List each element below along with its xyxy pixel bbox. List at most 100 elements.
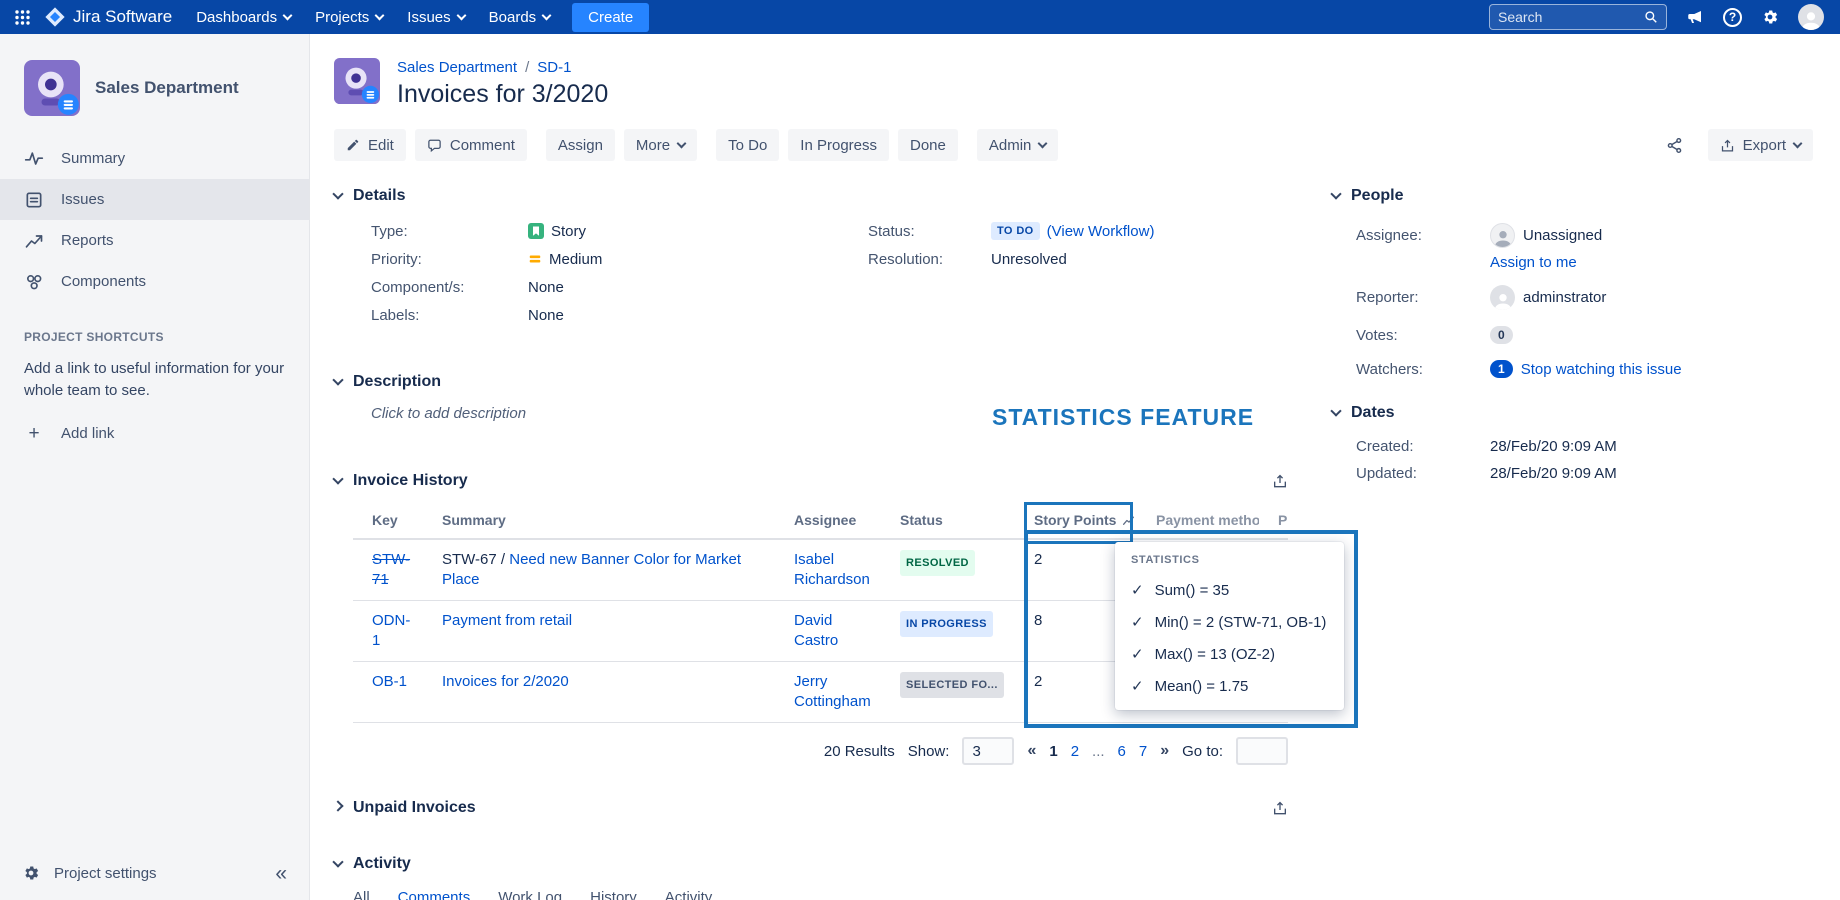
edit-button[interactable]: Edit	[334, 129, 406, 161]
view-workflow-link[interactable]: (View Workflow)	[1047, 223, 1155, 240]
sidebar-item-label: Summary	[61, 150, 125, 167]
statistics-chart-icon	[1122, 514, 1135, 527]
tab-work-log[interactable]: Work Log	[498, 889, 562, 900]
page-2[interactable]: 2	[1071, 743, 1079, 760]
show-count-input[interactable]	[962, 737, 1014, 765]
more-button[interactable]: More	[624, 129, 697, 161]
summary-link[interactable]: Invoices for 2/2020	[442, 673, 569, 690]
sidebar-item-summary[interactable]: Summary	[0, 138, 309, 179]
description-section: Description Click to add description	[334, 373, 1290, 422]
share-button[interactable]	[1660, 129, 1689, 161]
first-page-button[interactable]: «	[1027, 742, 1036, 760]
app-switcher-icon[interactable]	[6, 0, 38, 34]
issue-key-link[interactable]: OB-1	[372, 673, 407, 690]
comment-button[interactable]: Comment	[415, 129, 527, 161]
sidebar-item-reports[interactable]: Reports	[0, 220, 309, 261]
export-button[interactable]: Export	[1708, 129, 1813, 161]
column-header-assignee: Assignee	[775, 504, 881, 539]
stop-watching-link[interactable]: Stop watching this issue	[1521, 361, 1682, 378]
jira-logo[interactable]: Jira Software	[38, 6, 184, 28]
sidebar-item-issues[interactable]: Issues	[0, 179, 309, 220]
tab-activity[interactable]: Activity	[665, 889, 713, 900]
goto-label: Go to:	[1182, 743, 1223, 760]
chevron-down-icon	[1793, 138, 1803, 148]
assignee-link[interactable]: Jerry Cottingham	[794, 673, 871, 710]
todo-transition-button[interactable]: To Do	[716, 129, 779, 161]
chevron-down-icon	[677, 138, 687, 148]
summary-link[interactable]: Payment from retail	[442, 612, 572, 629]
menu-boards[interactable]: Boards	[477, 0, 563, 34]
status-lozenge: SELECTED FO...	[900, 672, 1004, 698]
breadcrumb-project-link[interactable]: Sales Department	[397, 59, 517, 76]
gear-icon[interactable]	[1761, 8, 1779, 26]
project-settings-label[interactable]: Project settings	[54, 865, 157, 882]
export-panel-icon[interactable]	[1272, 473, 1288, 489]
status-lozenge: TO DO	[991, 222, 1040, 240]
last-page-button[interactable]: »	[1160, 742, 1169, 760]
project-name: Sales Department	[95, 78, 239, 98]
breadcrumb: Sales Department / SD-1	[397, 58, 608, 76]
add-link-button[interactable]: + Add link	[24, 424, 285, 443]
tab-comments[interactable]: Comments	[398, 889, 471, 900]
done-transition-button[interactable]: Done	[898, 129, 958, 161]
tab-all[interactable]: All	[353, 889, 370, 900]
page-6[interactable]: 6	[1118, 743, 1126, 760]
sidebar-collapse-button[interactable]: «	[275, 863, 287, 884]
assign-to-me-link[interactable]: Assign to me	[1490, 254, 1577, 271]
collapse-chevron-icon[interactable]	[1330, 405, 1341, 416]
feedback-megaphone-icon[interactable]	[1686, 8, 1704, 26]
list-box-icon	[24, 190, 44, 210]
statistics-option-max[interactable]: ✓Max() = 13 (OZ-2)	[1115, 638, 1344, 670]
statistics-option-min[interactable]: ✓Min() = 2 (STW-71, OB-1)	[1115, 606, 1344, 638]
watchers-label: Watchers:	[1332, 361, 1490, 378]
collapse-chevron-icon[interactable]	[332, 188, 343, 199]
status-lozenge: RESOLVED	[900, 550, 975, 576]
menu-dashboards[interactable]: Dashboards	[184, 0, 303, 34]
breadcrumb-issue-link[interactable]: SD-1	[537, 59, 571, 76]
details-section: Details Type: Story Priority: Medium Com…	[334, 187, 1290, 333]
sidebar-item-label: Reports	[61, 232, 114, 249]
assignee-label: Assignee:	[1332, 227, 1490, 244]
create-button[interactable]: Create	[572, 3, 649, 32]
user-avatar[interactable]	[1798, 4, 1824, 30]
column-header-summary: Summary	[423, 504, 775, 539]
assignee-link[interactable]: Isabel Richardson	[794, 551, 870, 588]
dates-section: Dates Created: 28/Feb/20 9:09 AM Updated…	[1332, 404, 1813, 482]
type-value: Story	[551, 223, 586, 240]
goto-page-input[interactable]	[1236, 737, 1288, 765]
column-header-status: Status	[881, 504, 1015, 539]
component-value: None	[528, 279, 564, 296]
search-box[interactable]	[1489, 4, 1667, 30]
statistics-option-sum[interactable]: ✓Sum() = 35	[1115, 574, 1344, 606]
created-label: Created:	[1332, 438, 1490, 455]
admin-button[interactable]: Admin	[977, 129, 1059, 161]
help-icon[interactable]: ?	[1723, 8, 1742, 27]
tab-history[interactable]: History	[590, 889, 637, 900]
collapse-chevron-icon[interactable]	[1330, 188, 1341, 199]
sidebar-item-components[interactable]: Components	[0, 261, 309, 302]
chevron-down-icon	[1038, 138, 1048, 148]
breadcrumb-separator: /	[525, 59, 529, 76]
page-1[interactable]: 1	[1049, 743, 1057, 760]
status-label: Status:	[868, 223, 991, 240]
search-input[interactable]	[1498, 9, 1644, 25]
menu-projects[interactable]: Projects	[303, 0, 395, 34]
votes-badge[interactable]: 0	[1490, 326, 1513, 344]
issue-key-link[interactable]: ODN-1	[372, 612, 410, 649]
collapse-chevron-icon[interactable]	[332, 374, 343, 385]
expand-chevron-icon[interactable]	[332, 800, 343, 811]
export-panel-icon[interactable]	[1272, 800, 1288, 816]
inprogress-transition-button[interactable]: In Progress	[788, 129, 889, 161]
description-placeholder[interactable]: Click to add description	[371, 405, 1290, 422]
menu-issues[interactable]: Issues	[395, 0, 476, 34]
statistics-option-mean[interactable]: ✓Mean() = 1.75	[1115, 670, 1344, 702]
issue-title: Invoices for 3/2020	[397, 80, 608, 109]
assignee-link[interactable]: David Castro	[794, 612, 838, 649]
page-7[interactable]: 7	[1139, 743, 1147, 760]
issue-key-link[interactable]: STW-71	[372, 551, 410, 588]
column-header-story-points[interactable]: Story Points	[1015, 504, 1137, 539]
collapse-chevron-icon[interactable]	[332, 473, 343, 484]
assign-button[interactable]: Assign	[546, 129, 615, 161]
collapse-chevron-icon[interactable]	[332, 856, 343, 867]
watchers-badge[interactable]: 1	[1490, 360, 1513, 378]
